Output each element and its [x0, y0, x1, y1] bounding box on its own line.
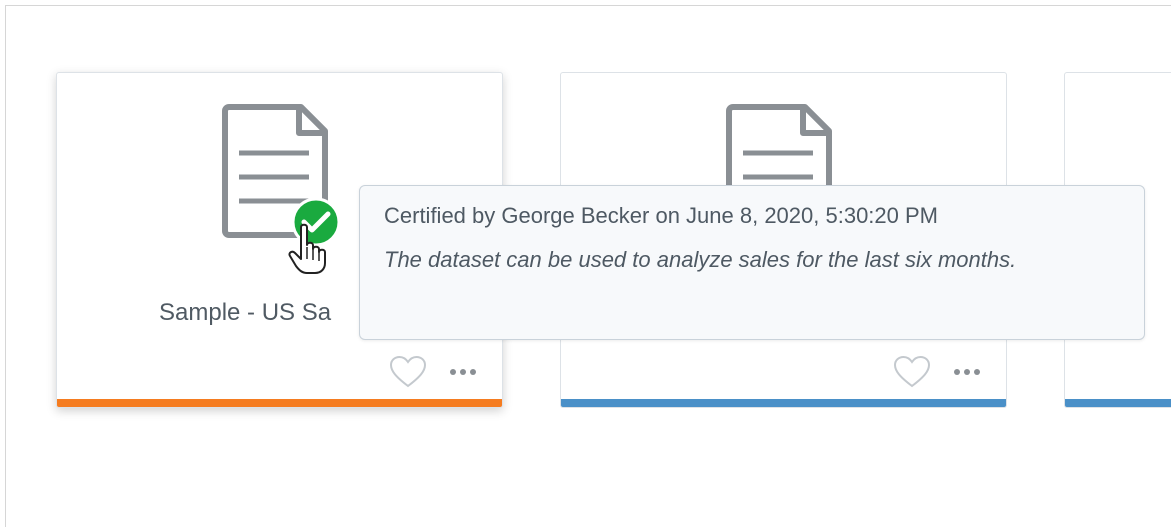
card-accent-bar [57, 399, 502, 407]
workspace-frame: Sample - US Sa Certified by George Becke… [5, 5, 1171, 527]
certification-tooltip: Certified by George Becker on June 8, 20… [359, 185, 1145, 340]
tooltip-description: The dataset can be used to analyze sales… [384, 247, 1017, 272]
heart-icon[interactable] [388, 355, 428, 389]
heart-icon[interactable] [892, 355, 932, 389]
more-options-icon[interactable] [952, 368, 982, 376]
hand-pointer-icon [288, 223, 326, 274]
card-accent-bar [561, 399, 1006, 407]
card-actions [892, 355, 982, 389]
more-options-icon[interactable] [448, 368, 478, 376]
tooltip-title: Certified by George Becker on June 8, 20… [384, 203, 938, 228]
card-accent-bar [1065, 399, 1171, 407]
card-actions [388, 355, 478, 389]
